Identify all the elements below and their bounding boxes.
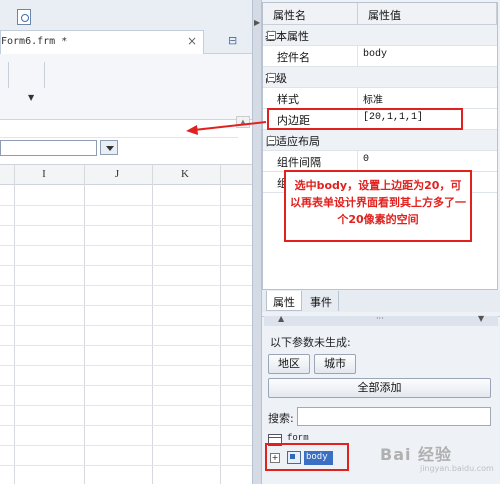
toolbar-separator xyxy=(8,62,9,88)
highlight-box-body xyxy=(265,443,349,471)
preview-icon[interactable] xyxy=(17,9,31,25)
pane-splitter[interactable]: ▶ xyxy=(252,0,262,484)
property-row-spacing[interactable]: 组件间隔 0 xyxy=(263,151,497,172)
column-header-row: I J K xyxy=(0,165,252,185)
chevron-up-icon[interactable]: ▲ xyxy=(278,314,284,323)
property-name: 样式 xyxy=(277,93,299,106)
chevron-right-icon[interactable]: ▶ xyxy=(254,18,260,27)
search-input[interactable] xyxy=(297,407,491,426)
property-row-name[interactable]: 控件名 body xyxy=(263,46,497,67)
grid-line xyxy=(0,245,252,246)
grid-line xyxy=(0,385,252,386)
grid-line xyxy=(0,325,252,326)
grid-line xyxy=(0,205,252,206)
category-advanced[interactable]: − 高级 xyxy=(263,67,497,88)
grid-line xyxy=(0,365,252,366)
annotation-arrow xyxy=(186,121,266,135)
grid-line xyxy=(0,345,252,346)
chevron-down-icon[interactable]: ▼ xyxy=(28,93,34,102)
collapse-icon[interactable]: − xyxy=(267,31,276,40)
column-header[interactable]: J xyxy=(87,168,147,180)
spreadsheet-grid: I J K xyxy=(0,164,252,484)
grid-line xyxy=(0,225,252,226)
property-name-header: 属性名 xyxy=(263,3,358,25)
document-tab-title: Form6.frm * xyxy=(1,36,68,47)
column-divider xyxy=(357,46,358,67)
property-value[interactable]: 标准 xyxy=(363,91,383,106)
grid-line xyxy=(0,265,252,266)
ungenerated-params-label: 以下参数未生成: xyxy=(270,336,351,349)
toolbar-separator xyxy=(44,62,45,88)
annotation-callout: 选中body，设置上边距为20，可以再表单设计界面看到其上方多了一个20像素的空… xyxy=(284,170,472,242)
watermark-url: jingyan.baidu.com xyxy=(420,464,494,473)
pin-icon[interactable]: ⊟ xyxy=(228,34,237,47)
grid-line xyxy=(0,445,252,446)
panel-collapse-bar[interactable]: ▲ ··· ▼ xyxy=(264,314,498,326)
tree-node-form[interactable]: form xyxy=(287,433,309,443)
document-tab[interactable]: Form6.frm * × xyxy=(0,30,204,54)
design-toolbar xyxy=(0,54,252,120)
highlight-box-padding xyxy=(267,108,463,130)
grid-line xyxy=(0,305,252,306)
drag-handle-icon[interactable]: ··· xyxy=(376,314,384,323)
column-divider xyxy=(357,88,358,109)
property-value-header: 属性值 xyxy=(358,3,497,25)
property-name: 控件名 xyxy=(277,51,310,64)
category-adaptive-layout[interactable]: − 自适应布局 xyxy=(263,130,497,151)
property-value[interactable]: 0 xyxy=(363,154,369,165)
grid-line xyxy=(0,465,252,466)
form-design-pane: Form6.frm * × ⊟ ▼ ▲ I J K xyxy=(0,0,252,484)
grid-line xyxy=(0,425,252,426)
column-header[interactable]: I xyxy=(14,168,74,180)
close-icon[interactable]: × xyxy=(187,34,197,48)
collapse-icon[interactable]: − xyxy=(267,73,276,82)
property-name: 组件间隔 xyxy=(277,156,321,169)
column-header[interactable]: K xyxy=(155,168,215,180)
collapse-icon[interactable]: − xyxy=(267,136,276,145)
category-basic[interactable]: − 基本属性 xyxy=(263,25,497,46)
tab-properties[interactable]: 属性 xyxy=(266,291,302,311)
panel-tab-bar: 属性 事件 xyxy=(262,290,500,312)
property-grid: 属性名 属性值 − 基本属性 控件名 body − 高级 样式 标准 内边距 [20… xyxy=(262,2,498,290)
property-value[interactable]: body xyxy=(363,49,387,60)
combo-input[interactable] xyxy=(0,140,97,156)
combo-dropdown-button[interactable] xyxy=(100,140,118,155)
tab-events[interactable]: 事件 xyxy=(304,291,339,311)
add-all-button[interactable]: 全部添加 xyxy=(268,378,491,398)
grid-line xyxy=(0,405,252,406)
grid-line xyxy=(0,285,252,286)
column-divider xyxy=(357,151,358,172)
chevron-down-icon[interactable]: ▼ xyxy=(478,314,484,323)
param-button-region[interactable]: 地区 xyxy=(268,354,310,374)
param-button-city[interactable]: 城市 xyxy=(314,354,356,374)
property-row-style[interactable]: 样式 标准 xyxy=(263,88,497,109)
search-label: 搜索: xyxy=(268,412,294,425)
watermark-logo: Bai 经验 xyxy=(380,445,453,464)
